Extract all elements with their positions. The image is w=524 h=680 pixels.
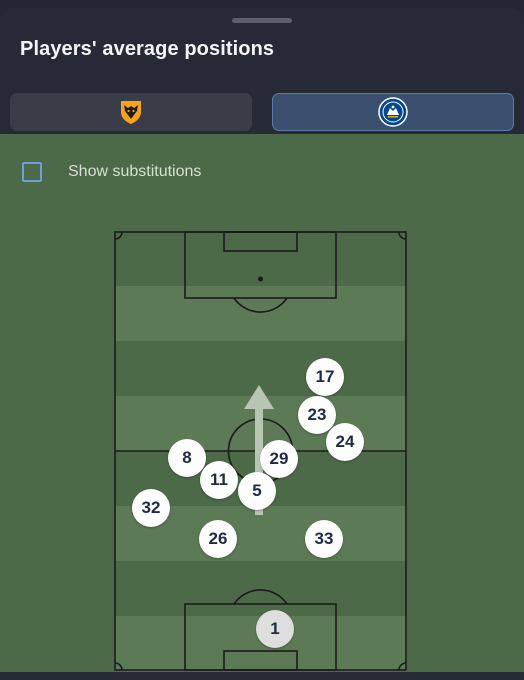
player-marker[interactable]: 33 bbox=[305, 520, 343, 558]
player-marker[interactable]: 1 bbox=[256, 610, 294, 648]
player-marker[interactable]: 29 bbox=[260, 440, 298, 478]
drag-handle[interactable] bbox=[232, 18, 292, 23]
player-marker[interactable]: 8 bbox=[168, 439, 206, 477]
show-substitutions-toggle[interactable]: Show substitutions bbox=[22, 162, 201, 182]
tab-wolves[interactable] bbox=[10, 93, 252, 131]
pitch: 17 23 24 29 8 11 5 32 26 33 1 bbox=[114, 231, 407, 671]
chelsea-crest-icon bbox=[378, 97, 408, 127]
show-substitutions-label: Show substitutions bbox=[68, 163, 202, 180]
player-marker[interactable]: 24 bbox=[326, 423, 364, 461]
sheet-title: Players' average positions bbox=[20, 38, 275, 60]
show-substitutions-checkbox[interactable] bbox=[22, 162, 42, 182]
player-marker[interactable]: 26 bbox=[199, 520, 237, 558]
tab-chelsea[interactable] bbox=[272, 93, 514, 131]
player-marker[interactable]: 32 bbox=[132, 489, 170, 527]
player-marker[interactable]: 17 bbox=[306, 358, 344, 396]
player-marker[interactable]: 5 bbox=[238, 472, 276, 510]
player-marker[interactable]: 11 bbox=[200, 461, 238, 499]
wolves-crest-icon bbox=[121, 101, 141, 124]
